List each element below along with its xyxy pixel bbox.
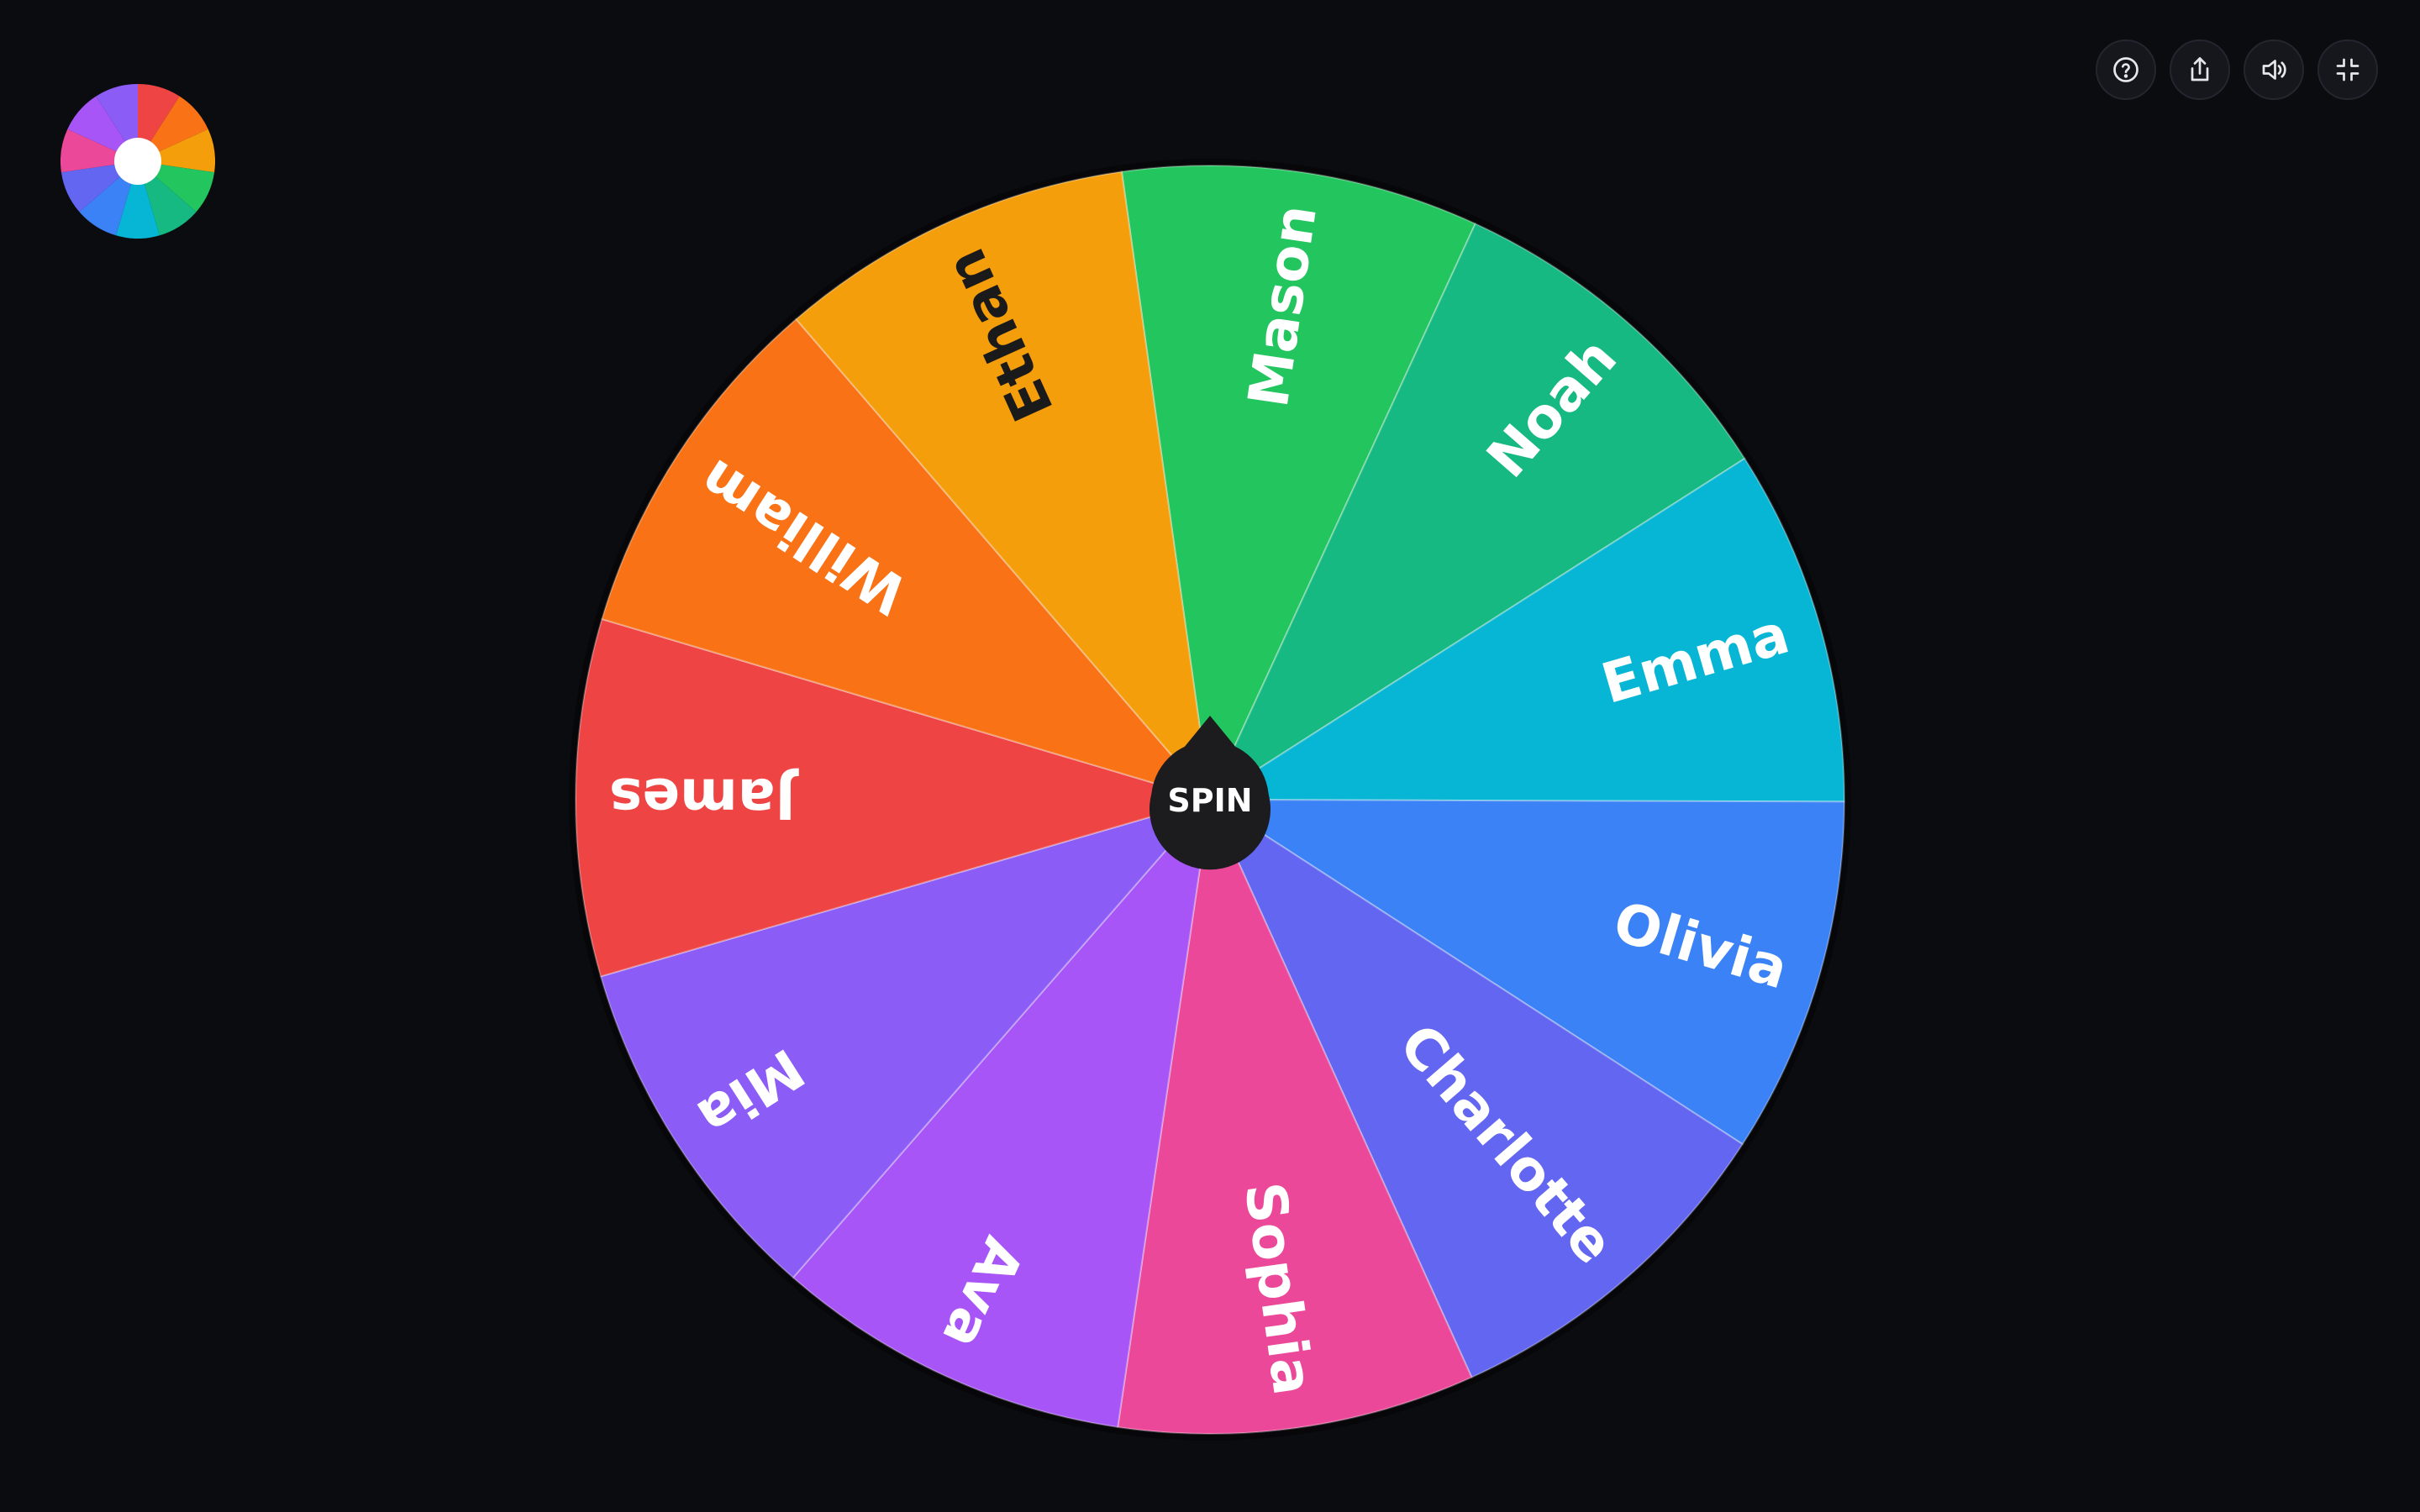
spin-label[interactable]: SPIN (1167, 782, 1252, 819)
wheel-slice-label: James (609, 765, 799, 831)
spinner-wheel[interactable]: Mason NoahEmmaOliviaCharlotteSophiaAvaMia… (0, 0, 2420, 1512)
